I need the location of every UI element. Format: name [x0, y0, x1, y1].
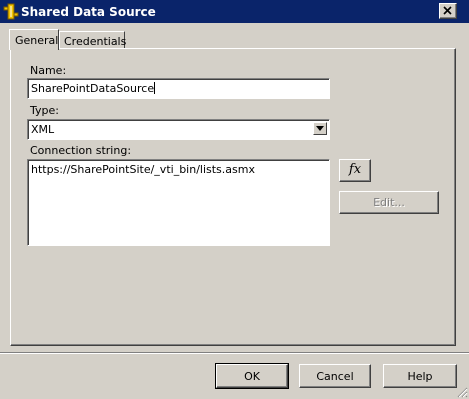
cancel-button[interactable]: Cancel [299, 364, 371, 388]
text-caret [154, 82, 156, 94]
ok-button[interactable]: OK [215, 363, 289, 389]
tab-general-label: General [15, 34, 59, 47]
resize-grip-icon[interactable] [456, 386, 468, 398]
button-area-divider [0, 352, 469, 354]
data-source-icon [3, 3, 19, 20]
edit-button[interactable]: Edit... [339, 191, 439, 214]
type-value: XML [31, 123, 55, 136]
type-dropdown[interactable]: XML [27, 119, 330, 140]
close-button[interactable] [439, 3, 457, 19]
type-dropdown-button[interactable] [313, 122, 327, 135]
close-icon [443, 6, 452, 15]
tab-credentials-label: Credentials [64, 35, 127, 48]
title-bar: Shared Data Source [0, 0, 469, 23]
connection-string-field[interactable]: https://SharePointSite/_vti_bin/lists.as… [27, 159, 330, 246]
name-value: SharePointDataSource [31, 82, 155, 95]
function-icon: fx [348, 162, 362, 177]
help-button-label: Help [407, 370, 433, 383]
connection-string-value: https://SharePointSite/_vti_bin/lists.as… [31, 163, 255, 176]
name-field[interactable]: SharePointDataSource [27, 78, 330, 99]
tab-credentials[interactable]: Credentials [59, 31, 127, 48]
type-label: Type: [30, 104, 59, 117]
cancel-button-label: Cancel [316, 370, 354, 383]
connection-string-label: Connection string: [30, 144, 132, 157]
edit-button-label: Edit... [373, 196, 405, 209]
ok-button-label: OK [244, 370, 260, 383]
chevron-down-icon [316, 126, 324, 131]
tab-general[interactable]: General [9, 29, 59, 50]
help-button[interactable]: Help [383, 364, 457, 388]
expression-button[interactable]: fx [339, 159, 371, 182]
window-title: Shared Data Source [21, 5, 156, 19]
name-label: Name: [30, 64, 67, 77]
